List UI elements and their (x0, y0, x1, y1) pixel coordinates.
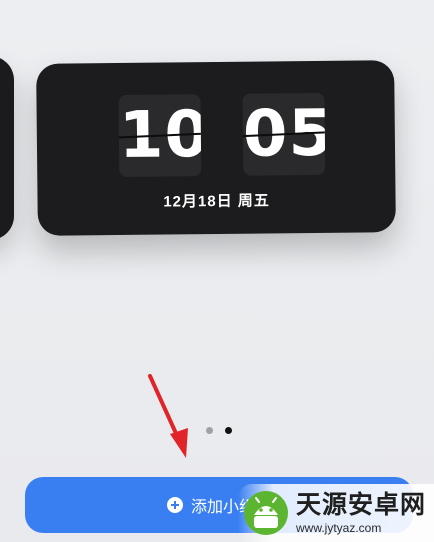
watermark-title: 天源安卓网 (296, 490, 427, 519)
hours-flip-card: 10 (118, 94, 202, 178)
minutes-flip-card: 05 (242, 92, 326, 176)
plus-circle-icon (166, 497, 183, 513)
watermark-url: www.jytyaz.com (296, 520, 382, 535)
android-logo-icon (244, 491, 288, 535)
clock-date: 12月18日 周五 (163, 192, 270, 211)
page-dot-2[interactable] (225, 427, 232, 434)
previous-widget-preview[interactable] (0, 56, 14, 240)
flip-clock-widget[interactable]: 10 05 12月18日 周五 (36, 60, 396, 236)
page-dot-1[interactable] (206, 427, 213, 434)
widget-gallery-screen: 10 05 12月18日 周五 添加小组件 天源安卓网 www.jytyaz.c… (0, 0, 434, 542)
watermark: 天源安卓网 www.jytyaz.com (238, 484, 434, 542)
red-arrow-annotation (148, 374, 188, 458)
page-indicator[interactable] (206, 427, 232, 434)
